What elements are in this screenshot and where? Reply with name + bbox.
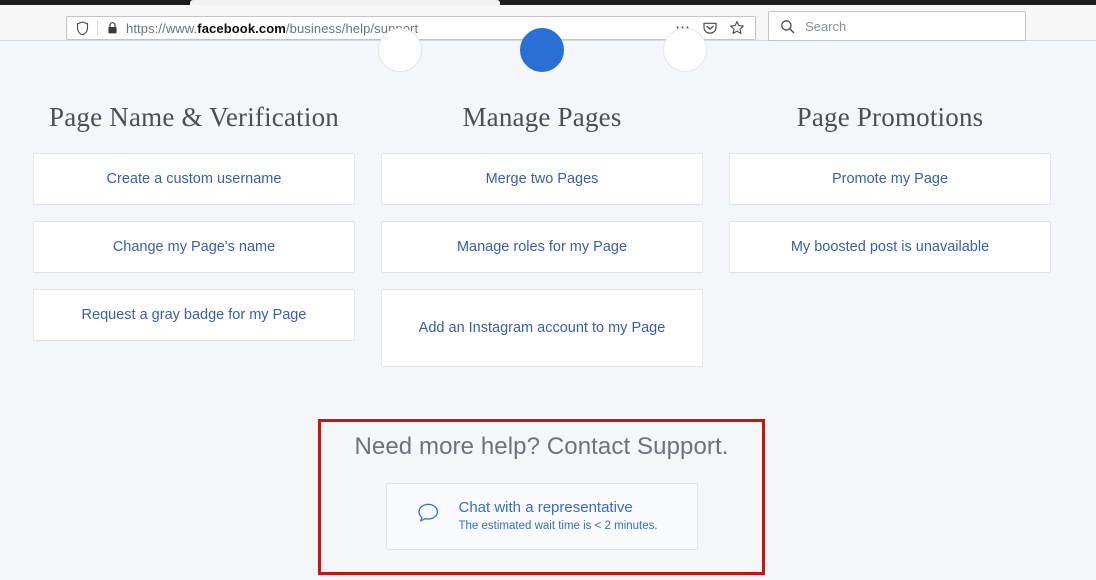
contact-support-section: Need more help? Contact Support. Chat wi… bbox=[321, 422, 762, 572]
chat-card-subtitle: The estimated wait time is < 2 minutes. bbox=[458, 520, 658, 532]
step-indicator-dot-1[interactable] bbox=[378, 28, 422, 72]
browser-window: https://www.facebook.com/business/help/s… bbox=[0, 0, 1096, 580]
help-topic-link[interactable]: Merge two Pages bbox=[381, 153, 703, 205]
help-topic-link[interactable]: Manage roles for my Page bbox=[381, 221, 703, 273]
chat-card-title: Chat with a representative bbox=[458, 499, 633, 516]
help-topic-link[interactable]: Change my Page's name bbox=[33, 221, 355, 273]
help-topic-column: Manage Pages Merge two Pages Manage roles … bbox=[381, 102, 703, 383]
help-topic-link[interactable]: Create a custom username bbox=[33, 153, 355, 205]
help-topic-column: Page Promotions Promote my Page My boosted… bbox=[729, 102, 1051, 383]
contact-support-title: Need more help? Contact Support. bbox=[354, 433, 729, 460]
help-topic-column-title: Manage Pages bbox=[462, 102, 622, 132]
step-indicator-dot-2[interactable] bbox=[520, 28, 564, 72]
help-topic-link[interactable]: Promote my Page bbox=[729, 153, 1051, 205]
help-topic-column-title: Page Promotions bbox=[796, 102, 984, 132]
contact-support-highlight: Need more help? Contact Support. Chat wi… bbox=[318, 419, 765, 575]
chat-card-text: Chat with a representative The estimated… bbox=[459, 499, 658, 534]
help-topic-column-title: Page Name & Verification bbox=[49, 102, 339, 132]
chat-with-representative-card[interactable]: Chat with a representative The estimated… bbox=[385, 483, 698, 550]
chat-bubble-icon bbox=[413, 499, 443, 534]
help-topic-link[interactable]: My boosted post is unavailable bbox=[729, 221, 1051, 273]
step-indicator-dot-3[interactable] bbox=[663, 28, 707, 72]
help-topic-column: Page Name & Verification Create a custom … bbox=[33, 102, 355, 383]
step-indicator bbox=[0, 28, 1096, 72]
help-topic-link[interactable]: Add an Instagram account to my Page bbox=[381, 289, 703, 367]
page-content: Page Name & Verification Create a custom … bbox=[0, 28, 1096, 580]
help-topic-columns: Page Name & Verification Create a custom … bbox=[0, 102, 1096, 383]
help-topic-link[interactable]: Request a gray badge for my Page bbox=[33, 289, 355, 341]
